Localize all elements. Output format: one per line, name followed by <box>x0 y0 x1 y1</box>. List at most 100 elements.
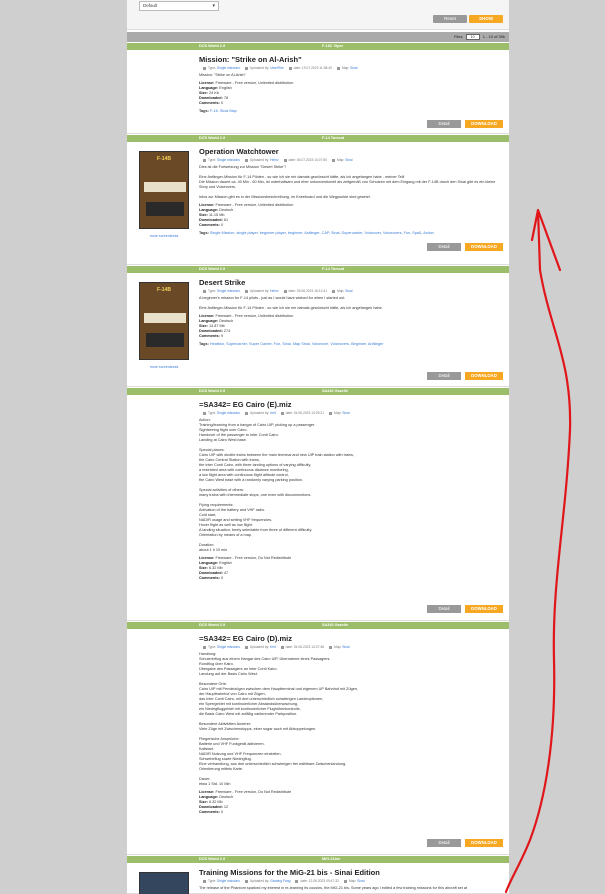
type-link[interactable]: Single missions <box>217 645 240 649</box>
calendar-icon <box>283 158 287 162</box>
type-link[interactable]: Single missions <box>217 66 240 70</box>
file-description: Handlung: Schulerkrflug aus einem Hangar… <box>199 652 358 786</box>
detail-button[interactable]: Detail <box>427 120 461 128</box>
map-link[interactable]: Sinai <box>345 289 352 293</box>
upload-date: 06.07.2023 14:07:50 <box>296 158 328 162</box>
file-title[interactable]: Mission: "Strike on Al-Arish" <box>199 55 501 65</box>
map-icon <box>331 289 335 293</box>
tag-links[interactable]: F-16, Sinai Map <box>210 109 237 113</box>
map-link[interactable]: Sinai <box>350 66 357 70</box>
map-link[interactable]: Sinai <box>345 158 352 162</box>
comments-value: 0 <box>220 101 224 105</box>
user-icon <box>244 411 248 415</box>
downloaded-value: 78 <box>223 96 229 100</box>
detail-button[interactable]: Detail <box>427 243 461 251</box>
downloaded-label: Downloaded: <box>199 805 223 809</box>
uploader-link[interactable]: tirrit <box>270 645 276 649</box>
game-version: DCS World 2.9 <box>199 857 226 861</box>
file-tags: Tags: Single Mission, single player, beg… <box>199 231 501 236</box>
download-button[interactable]: DOWNLOAD <box>465 243 503 251</box>
language-label: Language: <box>199 795 219 799</box>
file-card: DCS World 2.9 F-14 Tomcat F-14B more scr… <box>127 266 509 387</box>
file-info: License: Freeware - Free version, Do Not… <box>199 790 501 815</box>
file-thumbnail[interactable]: F-14B <box>139 151 189 229</box>
file-card: DCS World 2.9 F-16C Viper Mission: "Stri… <box>127 43 509 134</box>
more-screenshots-link[interactable]: more screenshots <box>139 234 189 238</box>
file-description: Action: Training/learning from a hangar … <box>199 418 354 552</box>
file-thumbnail[interactable]: F-14B <box>139 282 189 360</box>
user-icon <box>244 645 248 649</box>
type-icon <box>203 645 206 649</box>
file-card: DCS World 2.9 MiG-21bis Training Mission… <box>127 856 509 894</box>
map-link[interactable]: Sinai <box>342 645 349 649</box>
map-link[interactable]: Sinai <box>342 411 349 415</box>
file-title[interactable]: =SA342= EG Cairo (D).miz <box>199 634 501 644</box>
show-button[interactable]: SHOW <box>469 15 503 23</box>
file-title[interactable]: Operation Watchtower <box>199 147 501 157</box>
pagination-info: Files 10 1 - 10 of 39k <box>454 33 505 41</box>
download-button[interactable]: DOWNLOAD <box>465 372 503 380</box>
uploader-link[interactable]: tirrit <box>270 411 276 415</box>
detail-button[interactable]: Detail <box>427 372 461 380</box>
file-card: DCS World 2.9 F-14 Tomcat F-14B more scr… <box>127 135 509 265</box>
file-thumbnail[interactable] <box>139 872 189 894</box>
file-meta: Type: Single missions Uploaded by: tirri… <box>199 644 501 650</box>
filter-bar: Default ▾ Reset SHOW <box>127 0 509 30</box>
comments-label: Comments: <box>199 334 220 338</box>
download-button[interactable]: DOWNLOAD <box>465 839 503 847</box>
size-value: 6.32 Mb <box>208 566 223 570</box>
file-meta: Type: Single missions Uploaded by: Uwe/R… <box>199 65 501 71</box>
aircraft-module: F-14 Tomcat <box>322 136 345 140</box>
uploader-link[interactable]: Uwe/Rhe <box>270 66 284 70</box>
uploader-link[interactable]: Heinz <box>270 158 278 162</box>
per-page-select[interactable]: 10 <box>465 33 480 40</box>
detail-button[interactable]: Detail <box>427 839 461 847</box>
size-value: 24 Kb <box>208 91 219 95</box>
file-title[interactable]: =SA342= EG Cairo (E).miz <box>199 400 501 410</box>
type-link[interactable]: Single missions <box>217 879 240 883</box>
map-icon <box>329 411 333 415</box>
file-title[interactable]: Desert Strike <box>199 278 501 288</box>
file-info: License: Freeware - Free version, Unlimi… <box>199 203 501 228</box>
pagination-bar: Files 10 1 - 10 of 39k <box>127 32 509 42</box>
map-link[interactable]: Sinai <box>357 879 364 883</box>
license-value: Freeware - Free version, Unlimited distr… <box>215 203 294 207</box>
upload-date: 04.06.2023 13:27:46 <box>293 645 325 649</box>
comments-value: 9 <box>220 334 224 338</box>
language-value: Deutsch <box>219 319 234 323</box>
comments-value: 0 <box>220 223 224 227</box>
file-info: License: Freeware - Free version, Do Not… <box>199 556 501 581</box>
downloaded-value: 47 <box>223 571 229 575</box>
user-icon <box>244 879 248 883</box>
sort-select[interactable]: Default ▾ <box>139 1 219 11</box>
size-label: Size: <box>199 800 208 804</box>
file-title[interactable]: Training Missions for the MiG-21 bis - S… <box>199 868 501 878</box>
tag-links[interactable]: Single Mission, single player, beginner … <box>210 231 434 235</box>
license-value: Freeware - Free version, Unlimited distr… <box>215 314 294 318</box>
file-list-page: Default ▾ Reset SHOW Files 10 1 - 10 of … <box>127 0 509 894</box>
type-link[interactable]: Single missions <box>217 411 240 415</box>
type-icon <box>203 879 206 883</box>
file-info: License: Freeware - Free version, Unlimi… <box>199 314 501 339</box>
download-button[interactable]: DOWNLOAD <box>465 605 503 613</box>
upload-date: 12.06.2023 09:47:32 <box>308 879 339 883</box>
type-link[interactable]: Single missions <box>217 158 240 162</box>
reset-button[interactable]: Reset <box>433 15 467 23</box>
user-icon <box>244 66 248 70</box>
license-label: License: <box>199 314 215 318</box>
download-button[interactable]: DOWNLOAD <box>465 120 503 128</box>
downloaded-value: 61 <box>223 218 229 222</box>
license-value: Freeware - Free version, Do Not Redistri… <box>215 556 292 560</box>
tag-links[interactable]: Heatblur, Supercarrier, Super Carrier, F… <box>210 342 384 346</box>
file-description: Mission: "Strike on Al-Arish" <box>199 73 246 77</box>
language-label: Language: <box>199 319 219 323</box>
uploader-link[interactable]: Glowing Fang <box>270 879 290 883</box>
more-screenshots-link[interactable]: more screenshots <box>139 365 189 369</box>
downloaded-label: Downloaded: <box>199 218 223 222</box>
language-label: Language: <box>199 86 219 90</box>
upload-date: 19.07.2023 11:38:40 <box>301 66 332 70</box>
type-link[interactable]: Single missions <box>217 289 240 293</box>
detail-button[interactable]: Detail <box>427 605 461 613</box>
uploader-link[interactable]: Heinz <box>270 289 278 293</box>
license-label: License: <box>199 203 215 207</box>
